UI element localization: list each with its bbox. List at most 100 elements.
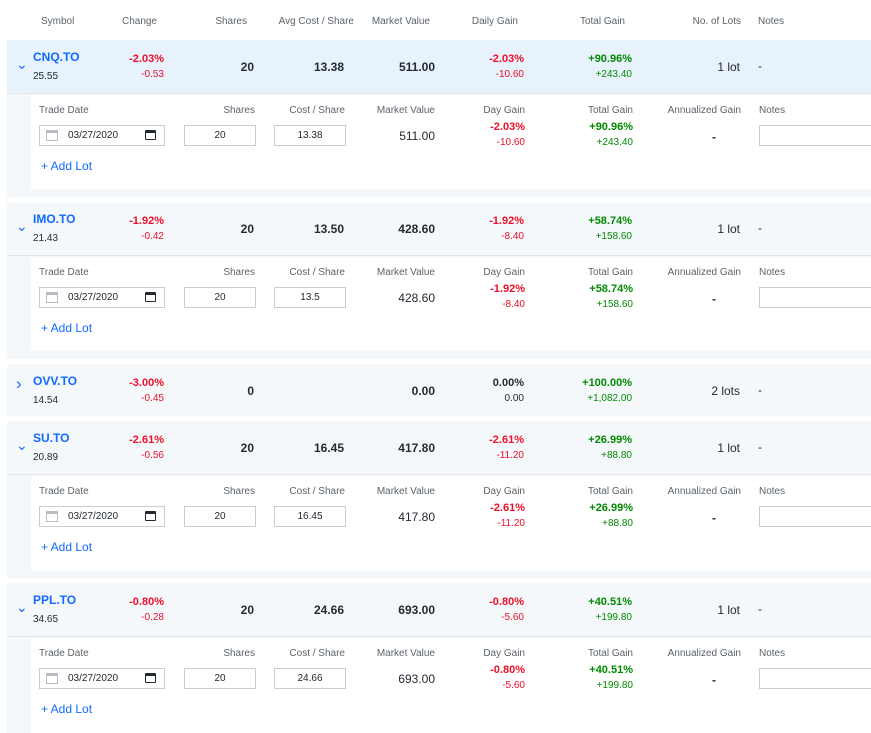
- add-lot-button[interactable]: + Add Lot: [41, 702, 92, 716]
- trade-date-input[interactable]: 03/27/2020: [39, 287, 165, 308]
- shares-value: 0: [247, 384, 254, 398]
- date-picker-icon[interactable]: [145, 673, 156, 683]
- lot-shares-input[interactable]: 20: [184, 125, 256, 146]
- total-gain-amount: +1,082.00: [587, 393, 632, 404]
- chevron-down-icon[interactable]: ⌄: [16, 438, 28, 452]
- add-lot-button[interactable]: + Add Lot: [41, 159, 92, 173]
- lot-cost-input[interactable]: 13.5: [274, 287, 346, 308]
- lot-panel: Trade Date Shares Cost / Share Market Va…: [31, 476, 871, 570]
- lots-count[interactable]: 1 lot: [677, 60, 740, 74]
- lot-notes-input[interactable]: [759, 506, 871, 527]
- lot-header-day-gain: Day Gain: [483, 267, 525, 278]
- lot-day-gain-amount: -8.40: [502, 299, 525, 310]
- lot-shares-input[interactable]: 20: [184, 668, 256, 689]
- lot-panel: Trade Date Shares Cost / Share Market Va…: [31, 638, 871, 733]
- change-percent: -2.61%: [129, 434, 164, 446]
- chevron-down-icon[interactable]: ⌄: [16, 600, 28, 614]
- lots-count[interactable]: 1 lot: [677, 603, 740, 617]
- header-daily-gain[interactable]: Daily Gain: [460, 16, 518, 27]
- trade-date-input[interactable]: 03/27/2020: [39, 506, 165, 527]
- header-market-value[interactable]: Market Value: [360, 16, 430, 27]
- lot-cost-input[interactable]: 16.45: [274, 506, 346, 527]
- trade-date-input[interactable]: 03/27/2020: [39, 668, 165, 689]
- date-picker-icon[interactable]: [145, 130, 156, 140]
- last-price: 21.43: [33, 233, 59, 244]
- header-change[interactable]: Change: [100, 16, 157, 27]
- lots-count[interactable]: 1 lot: [677, 441, 740, 455]
- lot-header-day-gain: Day Gain: [483, 105, 525, 116]
- lot-notes-input[interactable]: [759, 668, 871, 689]
- add-lot-button[interactable]: + Add Lot: [41, 321, 92, 335]
- holding-row[interactable]: ⌄ SU.TO 20.89 -2.61% -0.56 20 16.45 417.…: [7, 421, 871, 475]
- change-percent: -2.03%: [129, 53, 164, 65]
- header-shares[interactable]: Shares: [190, 16, 247, 27]
- lot-header-trade-date: Trade Date: [39, 267, 89, 278]
- lots-count[interactable]: 2 lots: [677, 384, 740, 398]
- symbol-link[interactable]: PPL.TO: [33, 593, 76, 607]
- daily-gain-percent: -2.03%: [489, 53, 524, 65]
- notes-value[interactable]: -: [758, 221, 762, 235]
- header-notes[interactable]: Notes: [758, 16, 784, 27]
- trade-date-input[interactable]: 03/27/2020: [39, 125, 165, 146]
- lot-notes-input[interactable]: [759, 287, 871, 308]
- avg-cost-value: 16.45: [313, 441, 344, 455]
- lot-header-trade-date: Trade Date: [39, 648, 89, 659]
- lot-total-gain-amount: +158.60: [596, 299, 633, 310]
- chevron-right-icon[interactable]: ›: [16, 375, 28, 392]
- lot-total-gain-percent: +90.96%: [589, 121, 633, 133]
- market-value: 428.60: [398, 222, 435, 236]
- change-amount: -0.42: [141, 231, 164, 242]
- holding-cnq-to: ⌄ CNQ.TO 25.55 -2.03% -0.53 20 13.38 511…: [7, 40, 871, 197]
- notes-value[interactable]: -: [758, 602, 762, 616]
- lot-header-trade-date: Trade Date: [39, 105, 89, 116]
- lot-header-notes: Notes: [759, 486, 786, 497]
- daily-gain-amount: 0.00: [504, 393, 524, 404]
- lot-day-gain-amount: -10.60: [496, 137, 525, 148]
- trade-date-value: 03/27/2020: [68, 292, 119, 303]
- market-value: 417.80: [398, 441, 435, 455]
- lot-header-shares: Shares: [223, 648, 255, 659]
- add-lot-button[interactable]: + Add Lot: [41, 540, 92, 554]
- symbol-link[interactable]: IMO.TO: [33, 212, 75, 226]
- holding-row[interactable]: ⌄ CNQ.TO 25.55 -2.03% -0.53 20 13.38 511…: [7, 40, 871, 94]
- holding-row[interactable]: ⌄ PPL.TO 34.65 -0.80% -0.28 20 24.66 693…: [7, 583, 871, 637]
- date-picker-icon[interactable]: [145, 511, 156, 521]
- lot-header-day-gain: Day Gain: [483, 648, 525, 659]
- lot-shares-input[interactable]: 20: [184, 506, 256, 527]
- daily-gain-percent: 0.00%: [492, 377, 524, 389]
- chevron-down-icon[interactable]: ⌄: [16, 219, 28, 233]
- lot-cost-input[interactable]: 13.38: [274, 125, 346, 146]
- chevron-down-icon[interactable]: ⌄: [16, 57, 28, 71]
- date-picker-icon[interactable]: [145, 292, 156, 302]
- holding-row[interactable]: › OVV.TO 14.54 -3.00% -0.45 0 0.00 0.00%…: [7, 364, 871, 418]
- holding-su-to: ⌄ SU.TO 20.89 -2.61% -0.56 20 16.45 417.…: [7, 421, 871, 578]
- symbol-link[interactable]: SU.TO: [33, 431, 69, 445]
- change-percent: -1.92%: [129, 215, 164, 227]
- lot-total-gain-percent: +26.99%: [589, 502, 633, 514]
- holding-row[interactable]: ⌄ IMO.TO 21.43 -1.92% -0.42 20 13.50 428…: [7, 202, 871, 256]
- header-avg-cost[interactable]: Avg Cost / Share: [270, 16, 354, 27]
- daily-gain-amount: -10.60: [495, 69, 524, 80]
- market-value: 0.00: [411, 384, 435, 398]
- calendar-icon: [46, 511, 58, 522]
- daily-gain-amount: -11.20: [496, 450, 524, 461]
- symbol-link[interactable]: OVV.TO: [33, 374, 77, 388]
- header-total-gain[interactable]: Total Gain: [560, 16, 625, 27]
- lot-cost-input[interactable]: 24.66: [274, 668, 346, 689]
- lot-day-gain-amount: -5.60: [502, 680, 525, 691]
- lot-shares-input[interactable]: 20: [184, 287, 256, 308]
- change-amount: -0.28: [141, 612, 164, 623]
- header-lots[interactable]: No. of Lots: [670, 16, 741, 27]
- header-symbol[interactable]: Symbol: [41, 16, 74, 27]
- lot-total-gain-percent: +40.51%: [589, 664, 633, 676]
- symbol-link[interactable]: CNQ.TO: [33, 50, 79, 64]
- lot-total-gain-percent: +58.74%: [589, 283, 633, 295]
- lot-header-notes: Notes: [759, 648, 786, 659]
- calendar-icon: [46, 673, 58, 684]
- notes-value[interactable]: -: [758, 440, 762, 454]
- avg-cost-value: 13.38: [313, 60, 344, 74]
- lots-count[interactable]: 1 lot: [677, 222, 740, 236]
- lot-notes-input[interactable]: [759, 125, 871, 146]
- notes-value[interactable]: -: [758, 59, 762, 73]
- notes-value[interactable]: -: [758, 383, 762, 397]
